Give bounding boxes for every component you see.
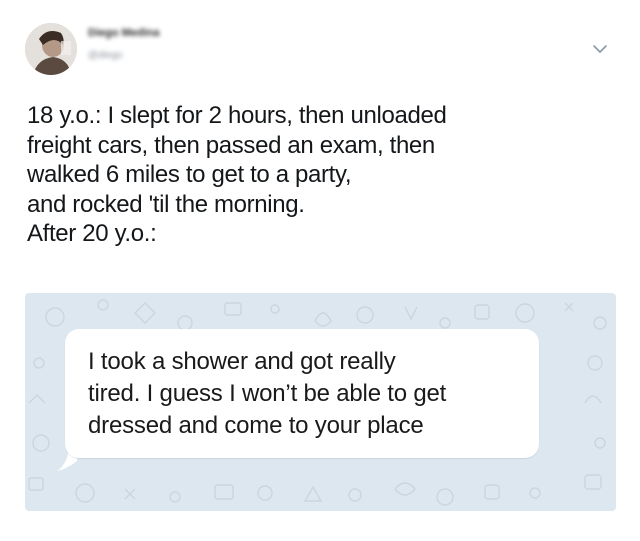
avatar[interactable] (25, 23, 77, 75)
tweet-text-line: 18 y.o.: I slept for 2 hours, then unloa… (27, 102, 447, 129)
tweet-text-line: and rocked 'til the morning. (27, 190, 305, 218)
message-line: tired. I guess I won’t be able to get (88, 380, 447, 407)
tweet-text: 18 y.o.: I slept for 2 hours, then unloa… (27, 101, 617, 249)
author-name[interactable]: Diego Medina (88, 27, 198, 41)
tweet-text-line: After 20 y.o.: (27, 220, 157, 247)
message-bubble: I took a shower and got really tired. I … (65, 329, 539, 458)
tweet-text-line: freight cars, then passed an exam, then (27, 131, 435, 159)
tweet: Diego Medina @diego 18 y.o.: I slept for… (0, 0, 640, 541)
author-handle[interactable]: @diego (88, 50, 158, 62)
message-line: I took a shower and got really (88, 348, 396, 375)
message-text: I took a shower and got really tired. I … (88, 346, 528, 442)
chevron-down-icon[interactable] (589, 38, 611, 60)
message-line: dressed and come to your place (88, 412, 424, 439)
tweet-media-image[interactable]: I took a shower and got really tired. I … (25, 293, 616, 511)
tweet-text-line: walked 6 miles to get to a party, (27, 161, 352, 188)
